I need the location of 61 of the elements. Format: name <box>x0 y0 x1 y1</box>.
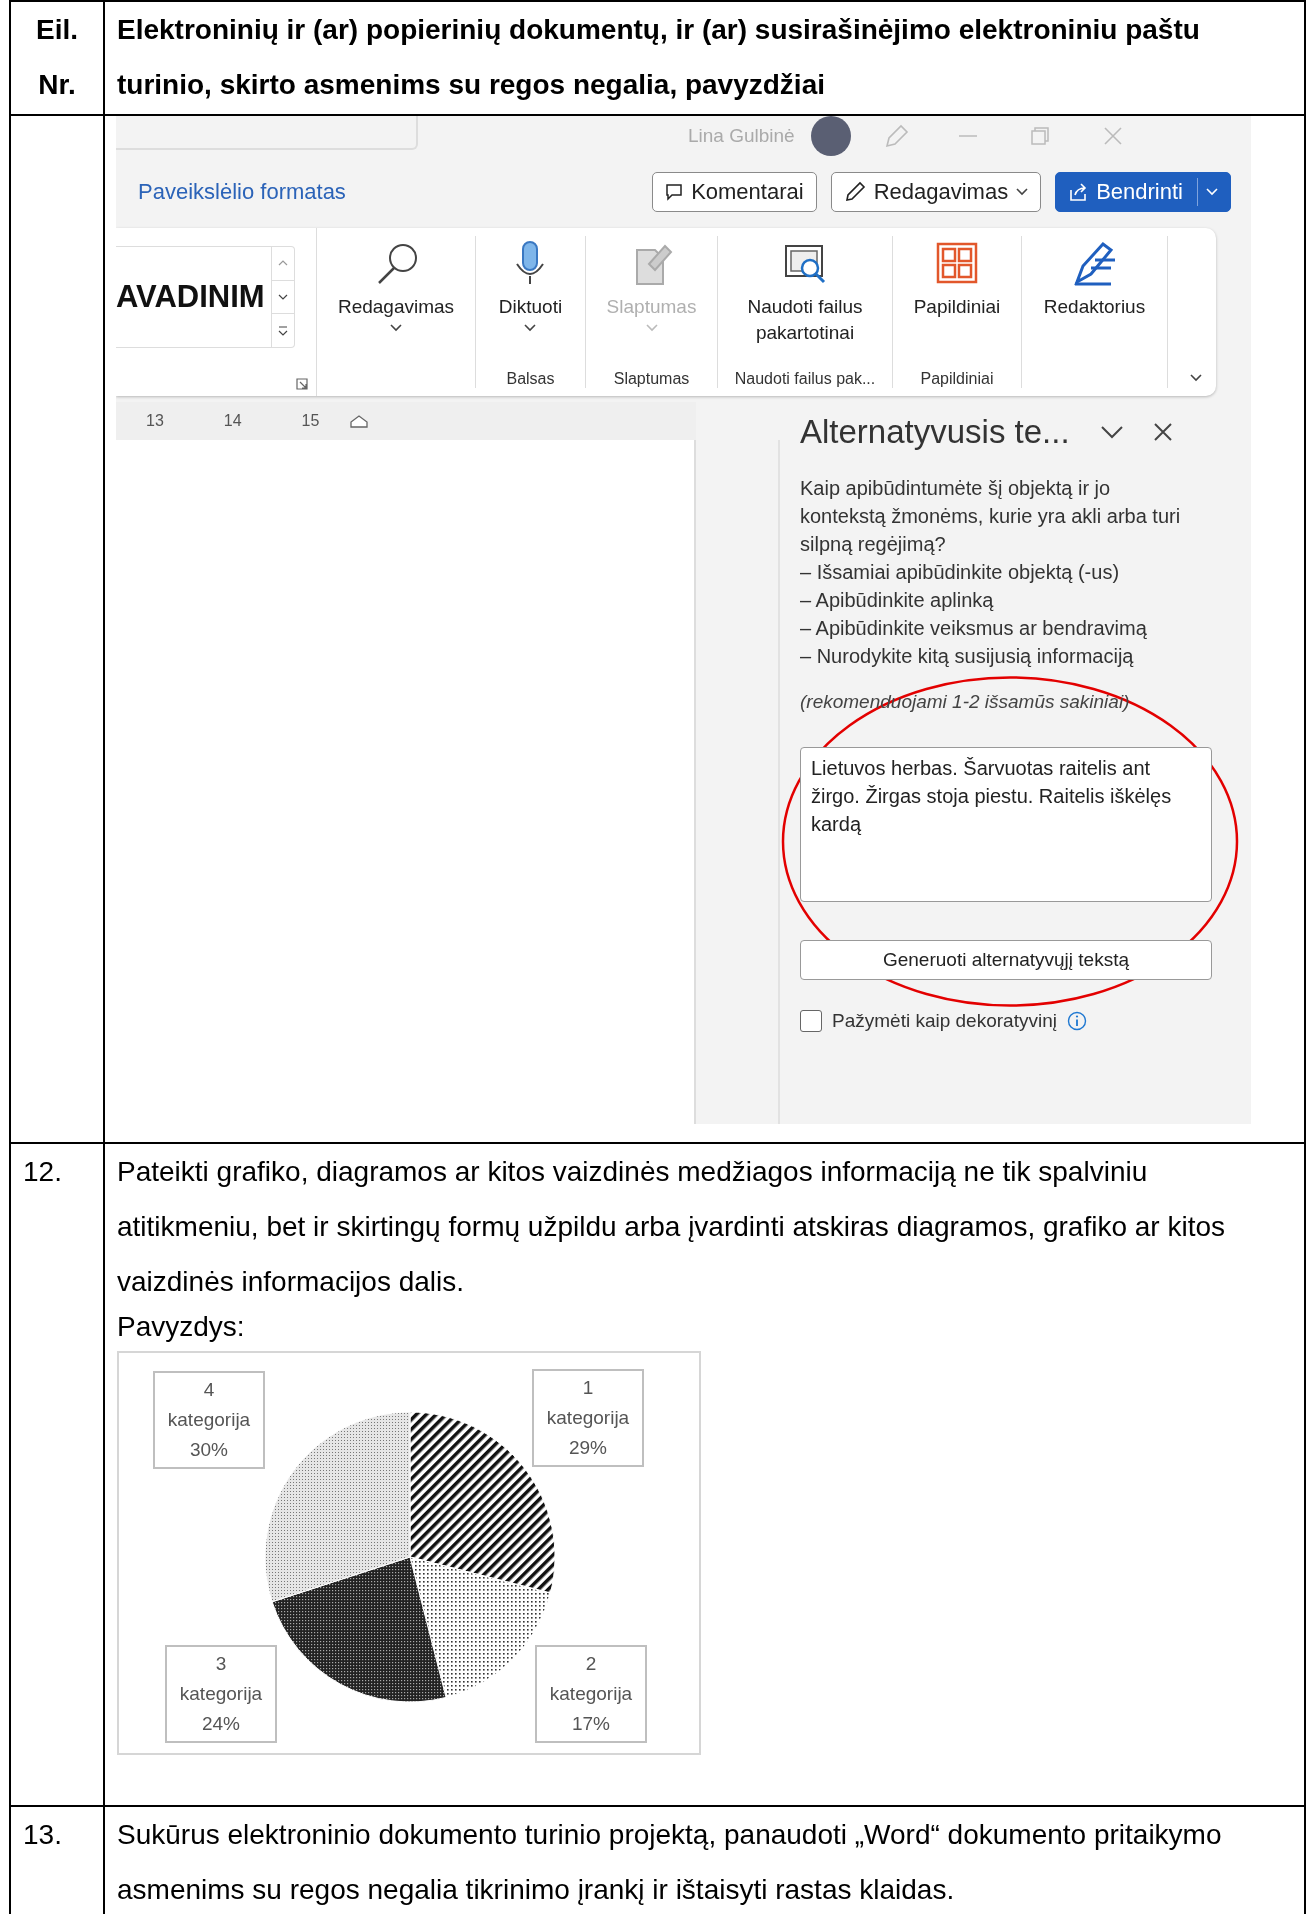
dialog-launcher-icon[interactable] <box>296 378 308 390</box>
row-number: 13. <box>22 1818 63 1852</box>
caret-icon <box>1016 188 1029 196</box>
comments-button[interactable]: Komentarai <box>652 172 817 212</box>
ribbon-button[interactable]: Papildiniai <box>903 236 1011 320</box>
tip-text: – Apibūdinkite aplinką <box>800 588 995 613</box>
ruler-number: 14 <box>223 412 242 430</box>
grid-icon <box>934 240 980 286</box>
group-label: Balsas <box>506 370 555 388</box>
example-label: Pavyzdys: <box>116 1310 246 1344</box>
ruler-number: 15 <box>301 412 320 430</box>
more-icon[interactable] <box>278 325 288 336</box>
alt-text-field[interactable]: Lietuvos herbas. Šarvuotas raitelis ant žirgo. Žirgas stoja piestu. Raitelis iškėlęs kardą <box>800 747 1212 902</box>
user-name: Lina Gulbinė <box>688 125 795 147</box>
group-label: Slaptumas <box>613 370 690 388</box>
caret-icon <box>1206 188 1218 196</box>
tip-text: – Apibūdinkite veiksmus ar bendravimą <box>800 616 1148 641</box>
pen-icon <box>1071 240 1118 286</box>
row-number: 12. <box>22 1155 63 1189</box>
tip-text: – Nurodykite kitą susijusią informaciją <box>800 644 1135 669</box>
indent-marker-icon[interactable] <box>349 414 370 428</box>
caret-icon <box>524 324 537 332</box>
ribbon-button[interactable]: Redagavimas <box>327 236 465 332</box>
ribbon-button[interactable]: Redaktorius <box>1033 236 1156 320</box>
data-label: 1 kategorija 29% <box>532 1369 644 1467</box>
editing-button[interactable]: Redagavimas <box>830 172 1042 212</box>
style-name: AVADINIM <box>116 279 265 315</box>
share-button[interactable]: Bendrinti <box>1055 172 1231 212</box>
scroll-down-icon[interactable] <box>278 294 288 300</box>
style-gallery[interactable]: AVADINIM <box>116 246 295 348</box>
caret-icon <box>390 324 402 332</box>
caret-icon <box>645 324 658 332</box>
data-label: 4 kategorija 30% <box>153 1371 265 1469</box>
pencil-icon <box>843 181 866 203</box>
share-icon <box>1068 182 1089 202</box>
checkbox[interactable] <box>800 1010 822 1032</box>
scroll-up-icon[interactable] <box>278 260 288 267</box>
row-text: Pateikti grafiko, diagramos ar kitos vaizdinės medžiagos informaciją ne tik spalviniu atitikmeniu, bet ir skirtingų formų užpildu arba įvardinti atskiras diagramos, grafiko ar kitos vaizdinės informacijos dalis. <box>116 1155 1226 1299</box>
chevron-down-icon[interactable] <box>1099 425 1124 439</box>
row-text: Sukūrus elektroninio dokumento turinio projektą, panaudoti „Word“ dokumento pritaikymo asmenims su regos negalia tikrinimo įrankį ir ištaisyti rastas klaidas. <box>116 1818 1223 1907</box>
ruler-number: 13 <box>146 412 164 430</box>
pane-title: Alternatyvusis te... <box>800 413 1070 451</box>
close-icon[interactable] <box>1153 423 1172 441</box>
data-label: 3 kategorija 24% <box>165 1645 277 1743</box>
group-label: Papildiniai <box>920 370 994 388</box>
ribbon-button[interactable]: Naudoti failus pakartotinai <box>718 236 892 346</box>
info-icon[interactable] <box>1066 1011 1087 1031</box>
data-label: 2 kategorija 17% <box>535 1645 647 1743</box>
tip-text: – Išsamiai apibūdinkite objektą (-us) <box>800 560 1121 585</box>
group-label: Naudoti failus pak... <box>734 370 876 388</box>
column-header: Eil. Nr. <box>35 13 79 102</box>
search-field[interactable] <box>116 116 418 150</box>
checkbox-label: Pažymėti kaip dekoratyvinį <box>832 1010 1057 1032</box>
pane-prompt: Kaip apibūdintumėte šį objektą ir jo kontekstą žmonėms, kurie yra akli arba turi silpną regėjimą? <box>800 476 1182 557</box>
column-header: Elektroninių ir (ar) popierinių dokumentų, ir (ar) susirašinėjimo elektroniniu paštu turinio, skirto asmenims su regos negalia, pavyzdžiai <box>117 13 1201 102</box>
ribbon-button[interactable]: Diktuoti <box>488 236 573 332</box>
ribbon-tab[interactable]: Paveikslėlio formatas <box>138 179 346 205</box>
collapse-ribbon-icon <box>1190 374 1202 382</box>
comment-icon <box>665 183 684 201</box>
avatar-icon[interactable] <box>810 116 851 156</box>
generate-button[interactable]: Generuoti alternatyvųjį tekstą <box>800 940 1212 980</box>
